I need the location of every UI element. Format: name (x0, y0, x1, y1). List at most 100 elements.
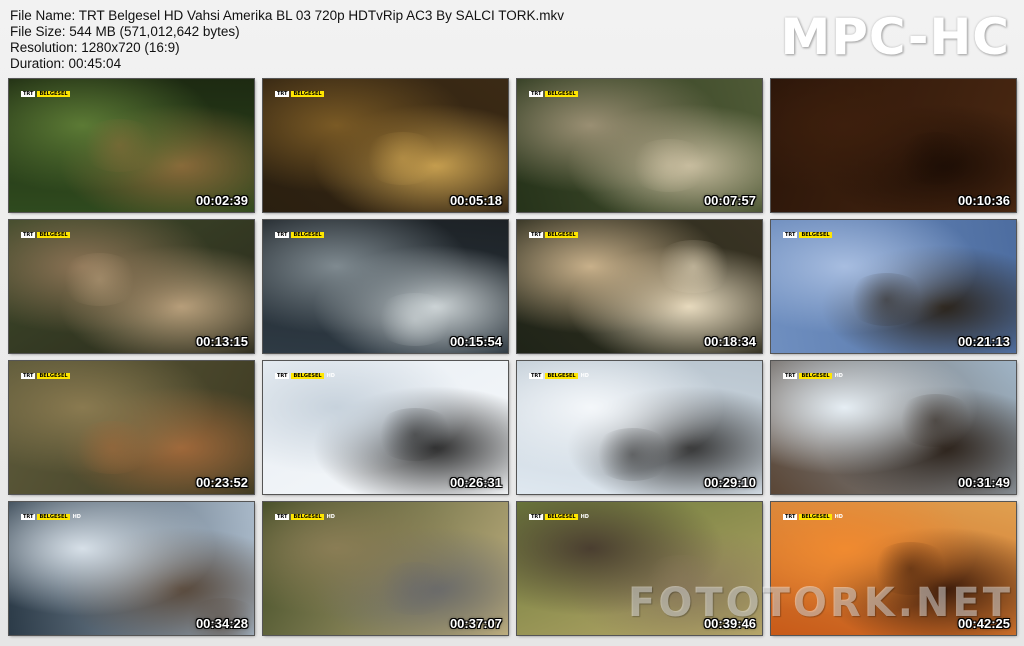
timestamp-label: 00:21:13 (957, 334, 1010, 349)
trt-logo-text: TRT (529, 514, 544, 520)
timestamp-label: 00:15:54 (449, 334, 502, 349)
trt-belgesel-logo: TRT BELGESEL HD (529, 514, 590, 520)
hd-logo-text: HD (326, 514, 335, 520)
trt-belgesel-logo: TRT BELGESEL HD (783, 373, 844, 379)
trt-belgesel-logo: TRT BELGESEL HD (21, 514, 82, 520)
timestamp-label: 00:26:31 (449, 475, 502, 490)
scene-subject (77, 118, 161, 173)
belgesel-logo-text: BELGESEL (291, 91, 324, 97)
scene-subject (373, 293, 457, 347)
trt-logo-text: TRT (21, 91, 36, 97)
trt-belgesel-logo: TRT BELGESEL (21, 232, 70, 238)
hd-logo-text: HD (834, 514, 843, 520)
trt-belgesel-logo: TRT BELGESEL (529, 91, 578, 97)
belgesel-logo-text: BELGESEL (37, 91, 70, 97)
thumbnail-rocky-stream[interactable]: TRT BELGESEL 00:15:54 (263, 220, 508, 353)
belgesel-logo-text: BELGESEL (291, 232, 324, 238)
timestamp-label: 00:31:49 (957, 475, 1010, 490)
trt-logo-text: TRT (783, 373, 798, 379)
belgesel-logo-text: BELGESEL (37, 232, 70, 238)
mpc-hc-logo: MPC-HC (780, 8, 1010, 66)
trt-belgesel-logo: TRT BELGESEL (275, 91, 324, 97)
trt-belgesel-logo: TRT BELGESEL (21, 91, 70, 97)
thumbnail-grid: TRT BELGESEL 00:02:39 TRT BELGESEL 00:05:18 TR… (9, 79, 1016, 635)
belgesel-logo-text: BELGESEL (545, 91, 578, 97)
belgesel-logo-text: BELGESEL (37, 514, 70, 520)
hd-logo-text: HD (580, 514, 589, 520)
scene-subject (373, 561, 457, 616)
scene-subject (651, 239, 736, 294)
file-name-text: File Name: TRT Belgesel HD Vahsi Amerika… (10, 8, 564, 23)
thumbnail-elk-in-snow[interactable]: TRT BELGESEL HD 00:26:31 (263, 361, 508, 494)
belgesel-logo-text: BELGESEL (799, 232, 832, 238)
timestamp-label: 00:02:39 (195, 193, 248, 208)
resolution-text: Resolution: 1280x720 (16:9) (10, 40, 180, 55)
trt-logo-text: TRT (21, 232, 36, 238)
timestamp-label: 00:05:18 (449, 193, 502, 208)
trt-logo-text: TRT (275, 514, 290, 520)
file-size-text: File Size: 544 MB (571,012,642 bytes) (10, 24, 240, 39)
thumbnail-elk-fighting[interactable]: TRT BELGESEL 00:23:52 (9, 361, 254, 494)
scene-subject (627, 138, 711, 193)
trt-belgesel-logo: TRT BELGESEL (275, 232, 324, 238)
trt-belgesel-logo: TRT BELGESEL HD (275, 373, 336, 379)
trt-logo-text: TRT (529, 91, 544, 97)
thumbnail-jaguar-in-water[interactable]: TRT BELGESEL 00:05:18 (263, 79, 508, 212)
timestamp-label: 00:37:07 (449, 616, 502, 631)
timestamp-label: 00:23:52 (195, 475, 248, 490)
timestamp-label: 00:10:36 (957, 193, 1010, 208)
timestamp-label: 00:34:28 (195, 616, 248, 631)
scene-subject (844, 273, 928, 327)
scene-subject (361, 132, 445, 186)
trt-logo-text: TRT (529, 232, 544, 238)
trt-belgesel-logo: TRT BELGESEL HD (783, 514, 844, 520)
trt-belgesel-logo: TRT BELGESEL (529, 232, 578, 238)
trt-logo-text: TRT (21, 373, 36, 379)
thumbnail-branches-sky[interactable]: TRT BELGESEL 00:21:13 (771, 220, 1016, 353)
thumbnail-wolves-in-snow[interactable]: TRT BELGESEL HD 00:29:10 (517, 361, 762, 494)
trt-logo-text: TRT (275, 91, 290, 97)
watermark-text: FOTOTORK.NET (628, 580, 1013, 626)
trt-belgesel-logo: TRT BELGESEL HD (275, 514, 336, 520)
scene-subject (373, 407, 457, 461)
scene-subject (58, 253, 142, 307)
trt-logo-text: TRT (275, 232, 290, 238)
thumbnail-snow-spray-forest[interactable]: TRT BELGESEL HD 00:31:49 (771, 361, 1016, 494)
hd-logo-text: HD (834, 373, 843, 379)
file-info: File Name: TRT Belgesel HD Vahsi Amerika… (10, 8, 564, 72)
thumbnail-grass-animal[interactable]: TRT BELGESEL HD 00:37:07 (263, 502, 508, 635)
belgesel-logo-text: BELGESEL (291, 514, 324, 520)
belgesel-logo-text: BELGESEL (799, 514, 832, 520)
trt-belgesel-logo: TRT BELGESEL (783, 232, 832, 238)
timestamp-label: 00:29:10 (703, 475, 756, 490)
belgesel-logo-text: BELGESEL (291, 373, 324, 379)
belgesel-logo-text: BELGESEL (799, 373, 832, 379)
trt-belgesel-logo: TRT BELGESEL HD (529, 373, 590, 379)
thumbnail-bear-closeup[interactable]: TRT BELGESEL 00:13:15 (9, 220, 254, 353)
belgesel-logo-text: BELGESEL (545, 514, 578, 520)
scene-subject (590, 427, 674, 481)
belgesel-logo-text: BELGESEL (37, 373, 70, 379)
hd-logo-text: HD (326, 373, 335, 379)
hd-logo-text: HD (72, 514, 81, 520)
scene-subject (893, 132, 977, 186)
thumbnail-jaguar-in-foliage[interactable]: TRT BELGESEL 00:02:39 (9, 79, 254, 212)
timestamp-label: 00:13:15 (195, 334, 248, 349)
duration-text: Duration: 00:45:04 (10, 56, 122, 71)
hd-logo-text: HD (580, 373, 589, 379)
trt-logo-text: TRT (529, 373, 544, 379)
thumbnail-deer-on-riverbed[interactable]: TRT BELGESEL 00:07:57 (517, 79, 762, 212)
trt-belgesel-logo: TRT BELGESEL (21, 373, 70, 379)
thumbnail-dark-brown-frame[interactable]: 00:10:36 (771, 79, 1016, 212)
trt-logo-text: TRT (21, 514, 36, 520)
timestamp-label: 00:07:57 (703, 193, 756, 208)
timestamp-label: 00:18:34 (703, 334, 756, 349)
thumbnail-frozen-river[interactable]: TRT BELGESEL HD 00:34:28 (9, 502, 254, 635)
trt-logo-text: TRT (783, 514, 798, 520)
scene-subject (893, 394, 977, 448)
trt-logo-text: TRT (275, 373, 290, 379)
scene-subject (70, 420, 154, 475)
thumbnail-spirit-bear[interactable]: TRT BELGESEL 00:18:34 (517, 220, 762, 353)
belgesel-logo-text: BELGESEL (545, 373, 578, 379)
belgesel-logo-text: BELGESEL (545, 232, 578, 238)
